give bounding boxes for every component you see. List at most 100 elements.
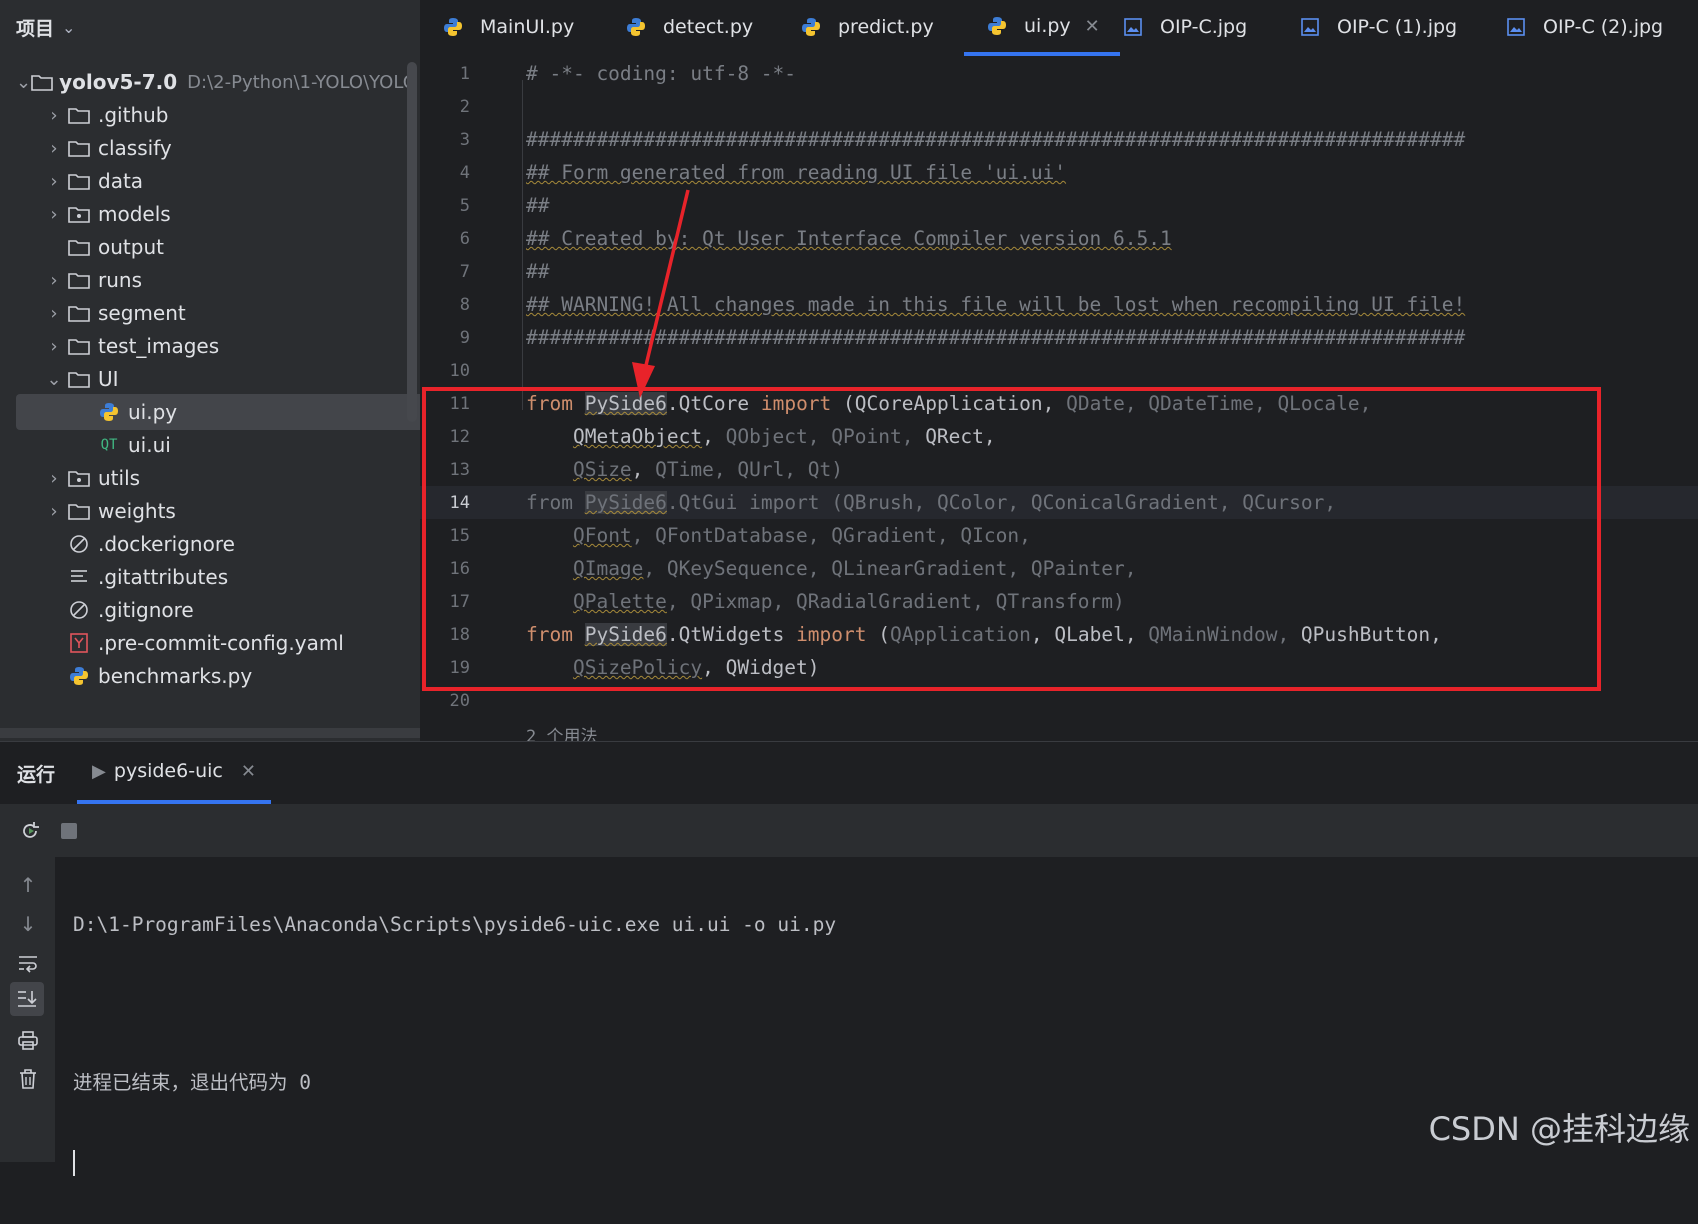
tree-scrollbar[interactable] bbox=[407, 62, 417, 422]
tree-item-ui-folder[interactable]: ⌄ UI bbox=[16, 361, 420, 397]
folder-icon bbox=[66, 269, 92, 291]
tab-predict-py[interactable]: predict.py bbox=[798, 0, 934, 54]
tree-item-utils[interactable]: › utils bbox=[16, 460, 420, 496]
tab-detect-py[interactable]: detect.py bbox=[623, 0, 753, 54]
run-side-toolbar: ↑ ↓ bbox=[0, 857, 55, 1162]
tree-item-classify[interactable]: › classify bbox=[16, 130, 420, 166]
tree-item-ui-ui[interactable]: QT ui.ui bbox=[16, 427, 420, 463]
chevron-down-icon[interactable]: ⌄ bbox=[16, 72, 31, 93]
python-file-icon bbox=[984, 15, 1010, 37]
python-file-icon bbox=[798, 16, 824, 38]
image-file-icon bbox=[1120, 16, 1146, 38]
chevron-right-icon[interactable]: › bbox=[42, 501, 66, 522]
chevron-down-icon[interactable]: ⌄ bbox=[42, 369, 66, 390]
tree-horizontal-scrollbar[interactable] bbox=[0, 728, 420, 738]
chevron-right-icon[interactable]: › bbox=[42, 270, 66, 291]
tree-item-label: .gitignore bbox=[98, 598, 194, 622]
ignore-file-icon bbox=[66, 599, 92, 621]
code-line-8: ## WARNING! All changes made in this fil… bbox=[526, 293, 1466, 316]
tree-item-gitattributes[interactable]: .gitattributes bbox=[16, 559, 420, 595]
code-line-3: ########################################… bbox=[526, 128, 1466, 151]
tree-item-label: .pre-commit-config.yaml bbox=[98, 631, 344, 655]
tree-item-label: test_images bbox=[98, 334, 220, 358]
tree-item-label: models bbox=[98, 202, 171, 226]
tree-item-label: runs bbox=[98, 268, 142, 292]
tree-item-test-images[interactable]: › test_images bbox=[16, 328, 420, 364]
code-line-6: ## Created by: Qt User Interface Compile… bbox=[526, 227, 1172, 250]
code-line-9: ########################################… bbox=[526, 326, 1466, 349]
line-number: 20 bbox=[449, 691, 470, 711]
chevron-down-icon: ⌄ bbox=[62, 17, 76, 37]
arrow-down-icon[interactable]: ↓ bbox=[14, 910, 42, 938]
tree-item-runs[interactable]: › runs bbox=[16, 262, 420, 298]
folder-icon bbox=[66, 368, 92, 390]
code-line-5: ## bbox=[526, 194, 550, 217]
chevron-right-icon[interactable]: › bbox=[42, 171, 66, 192]
tree-item-pre-commit[interactable]: .pre-commit-config.yaml bbox=[16, 625, 420, 661]
console-command-line: D:\1-ProgramFiles\Anaconda\Scripts\pysid… bbox=[73, 913, 837, 936]
close-icon[interactable]: ✕ bbox=[1085, 16, 1100, 37]
python-file-icon bbox=[96, 401, 122, 423]
chevron-right-icon[interactable]: › bbox=[42, 105, 66, 126]
close-icon[interactable]: ✕ bbox=[241, 761, 256, 782]
folder-icon bbox=[66, 500, 92, 522]
folder-icon bbox=[66, 137, 92, 159]
tab-mainui-py[interactable]: MainUI.py bbox=[440, 0, 574, 54]
chevron-right-icon[interactable]: › bbox=[42, 303, 66, 324]
tree-item-weights[interactable]: › weights bbox=[16, 493, 420, 529]
tree-item-benchmarks[interactable]: benchmarks.py bbox=[16, 658, 420, 694]
run-tab-pyside6-uic[interactable]: ▶ pyside6-uic ✕ bbox=[77, 742, 271, 804]
project-view-selector[interactable]: 项目 ⌄ bbox=[16, 12, 75, 42]
console-exit-line: 进程已结束，退出代码为 0 bbox=[73, 1071, 311, 1094]
trash-icon[interactable] bbox=[14, 1065, 42, 1093]
scroll-to-end-icon[interactable] bbox=[10, 982, 44, 1016]
package-folder-icon bbox=[66, 203, 92, 225]
tree-item-models[interactable]: › models bbox=[16, 196, 420, 232]
rerun-icon[interactable] bbox=[16, 817, 44, 845]
tree-item-output[interactable]: output bbox=[16, 229, 420, 265]
tab-oip-c-1-jpg[interactable]: OIP-C (1).jpg bbox=[1297, 0, 1457, 54]
tree-item-label: output bbox=[98, 235, 164, 259]
folder-icon bbox=[66, 335, 92, 357]
run-panel: 运行 ▶ pyside6-uic ✕ ↑ ↓ D:\1-ProgramFiles bbox=[0, 741, 1698, 1176]
stop-icon[interactable] bbox=[55, 817, 83, 845]
tree-item-label: .github bbox=[98, 103, 169, 127]
usages-hint[interactable]: 2 个用法 bbox=[526, 722, 597, 741]
tab-oip-c-jpg[interactable]: OIP-C.jpg bbox=[1120, 0, 1247, 54]
code-line-4: ## Form generated from reading UI file '… bbox=[526, 161, 1067, 184]
tree-item-gitignore[interactable]: .gitignore bbox=[16, 592, 420, 628]
python-file-icon bbox=[623, 16, 649, 38]
chevron-right-icon[interactable]: › bbox=[42, 138, 66, 159]
chevron-right-icon[interactable]: › bbox=[42, 468, 66, 489]
run-panel-title: 运行 bbox=[17, 764, 56, 786]
console-output[interactable]: D:\1-ProgramFiles\Anaconda\Scripts\pysid… bbox=[73, 862, 836, 1224]
console-input-line[interactable] bbox=[73, 1145, 836, 1178]
chevron-right-icon[interactable]: › bbox=[42, 204, 66, 225]
tree-item-label: segment bbox=[98, 301, 186, 325]
tree-item-ui-py[interactable]: ui.py bbox=[16, 394, 420, 430]
tree-item-github[interactable]: › .github bbox=[16, 97, 420, 133]
code-line-7: ## bbox=[526, 260, 550, 283]
tab-oip-c-2-jpg[interactable]: OIP-C (2).jpg bbox=[1503, 0, 1663, 54]
folder-icon bbox=[31, 71, 53, 93]
folder-icon bbox=[66, 104, 92, 126]
line-number: 7 bbox=[459, 262, 470, 282]
tree-item-segment[interactable]: › segment bbox=[16, 295, 420, 331]
tree-item-label: yolov5-7.0 bbox=[59, 70, 178, 94]
soft-wrap-icon[interactable] bbox=[14, 949, 42, 977]
tab-ui-py[interactable]: ui.py ✕ bbox=[964, 0, 1120, 56]
ignore-file-icon bbox=[66, 533, 92, 555]
tree-item-data[interactable]: › data bbox=[16, 163, 420, 199]
tree-item-dockerignore[interactable]: .dockerignore bbox=[16, 526, 420, 562]
line-number: 2 bbox=[459, 97, 470, 117]
chevron-right-icon[interactable]: › bbox=[42, 336, 66, 357]
print-icon[interactable] bbox=[14, 1027, 42, 1055]
line-number: 6 bbox=[459, 229, 470, 249]
package-folder-icon bbox=[66, 467, 92, 489]
tree-item-label: classify bbox=[98, 136, 172, 160]
tree-root-yolov5[interactable]: ⌄ yolov5-7.0 D:\2-Python\1-YOLO\YOLO bbox=[16, 64, 417, 100]
arrow-up-icon[interactable]: ↑ bbox=[14, 871, 42, 899]
line-number: 1 bbox=[459, 64, 470, 84]
tab-label: OIP-C (1).jpg bbox=[1337, 16, 1458, 38]
